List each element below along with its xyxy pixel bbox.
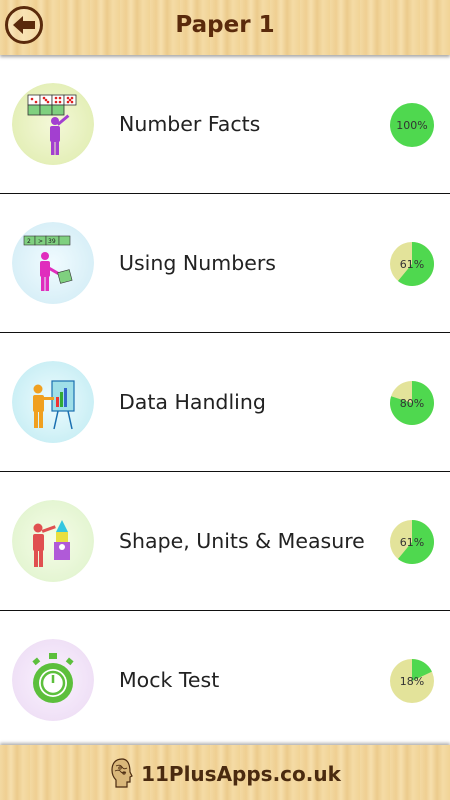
progress-pie: 18% [389,658,435,704]
topic-label: Mock Test [119,668,220,692]
topic-row-data-handling[interactable]: Data Handling 80% [0,333,450,472]
progress-pie-chart: 80% [390,381,434,425]
app-header: Paper 1 [0,0,450,55]
progress-pie: 61% [389,519,435,565]
svg-text:>: > [38,238,43,245]
progress-label: 61% [400,536,424,549]
topic-label: Data Handling [119,390,266,414]
progress-pie: 80% [389,380,435,426]
topic-row-shape-units[interactable]: Shape, Units & Measure 61% [0,472,450,611]
shape-units-icon [12,500,94,582]
progress-pie: 100% [389,102,435,148]
number-facts-icon [12,83,94,165]
stopwatch-icon [12,639,94,721]
topic-label: Using Numbers [119,251,276,275]
using-numbers-icon: 2 >39 [12,222,94,304]
brand-link[interactable]: 11PlusApps.co.uk [141,762,341,786]
progress-label: 61% [400,258,424,271]
svg-text:39: 39 [48,238,56,245]
app-footer: 11PlusApps.co.uk [0,745,450,800]
svg-text:2: 2 [27,238,31,245]
topic-row-mock-test[interactable]: Mock Test 18% [0,611,450,750]
progress-label: 18% [400,675,424,688]
topic-label: Shape, Units & Measure [119,529,365,553]
data-handling-icon [12,361,94,443]
topic-row-using-numbers[interactable]: 2 >39 Using Numbers 61% [0,194,450,333]
topic-list: Number Facts 100% 2 >39 Using Numbers 61… [0,55,450,750]
page-title: Paper 1 [175,12,275,38]
progress-pie-chart: 61% [390,242,434,286]
progress-pie-chart: 61% [390,520,434,564]
progress-label: 100% [396,119,427,132]
progress-pie: 61% [389,241,435,287]
topic-row-number-facts[interactable]: Number Facts 100% [0,55,450,194]
progress-pie-chart: 18% [390,659,434,703]
progress-pie-chart: 100% [390,103,434,147]
head-logo-icon[interactable] [109,757,135,791]
topic-label: Number Facts [119,112,261,136]
progress-label: 80% [400,397,424,410]
